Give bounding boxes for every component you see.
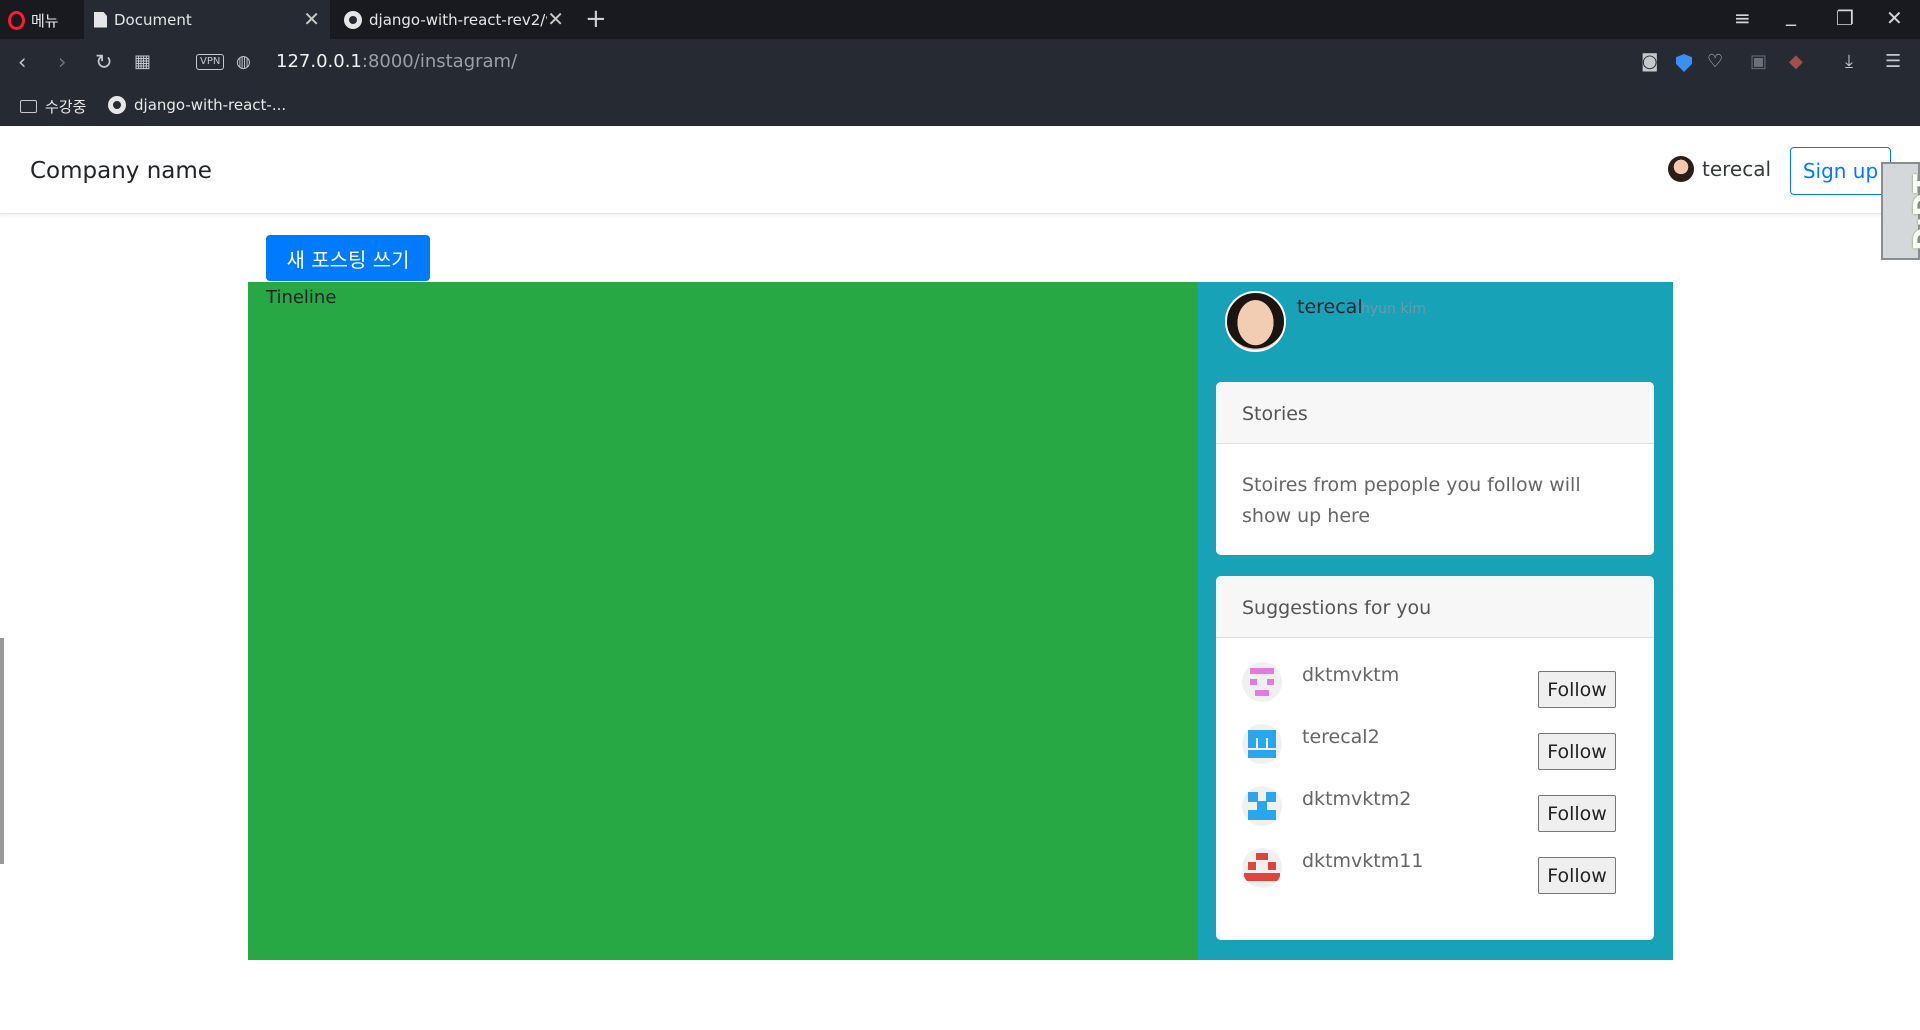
close-icon[interactable]: ✕ [547,9,564,29]
adblock-shield-icon[interactable] [1676,54,1692,72]
bookmark-label: django-with-react-... [134,96,287,114]
avatar [1668,156,1694,182]
sidebar: terecal hyun kim Stories Stoires from pe… [1198,282,1673,960]
extension-t-icon[interactable]: ▣ [1750,51,1767,72]
site-info-globe-icon[interactable]: ◍ [236,50,251,74]
follow-button[interactable]: Follow [1538,795,1616,832]
timeline-heading: Tineline [266,287,337,308]
extension-cube-icon[interactable]: ◆ [1789,51,1803,72]
signup-button[interactable]: Sign up [1790,147,1891,195]
profile-avatar[interactable] [1225,291,1286,352]
follow-button[interactable]: Follow [1538,733,1616,770]
url-host: 127.0.0.1 [276,51,362,72]
speed-dial-icon[interactable]: ▦ [134,50,151,74]
django-debug-toolbar-handle[interactable]: D:DT [1881,162,1920,260]
suggestions-card: Suggestions for you dktmvktm Follow tere… [1216,576,1654,940]
new-tab-plus-icon[interactable]: + [585,4,607,34]
timeline-section: Tineline [248,282,1198,960]
github-icon [344,10,362,29]
bookmark-heart-icon[interactable]: ♡ [1707,51,1723,72]
app-navbar: Company name terecal Sign up [0,126,1920,214]
identicon-avatar [1242,662,1282,702]
left-edge-shadow [0,638,4,864]
tab-title: Document [114,10,192,29]
stories-header: Stories [1216,382,1654,444]
follow-button[interactable]: Follow [1538,857,1616,894]
browser-tab-document[interactable]: Document ✕ [84,0,330,39]
minimize-icon[interactable]: _ [1786,2,1796,26]
current-user[interactable]: terecal [1668,156,1771,182]
close-icon[interactable]: ✕ [303,9,320,29]
list-item: terecal2 Follow [1242,724,1632,774]
easy-setup-icon[interactable]: ☰ [1885,51,1901,72]
restore-icon[interactable]: ❐ [1836,6,1854,30]
github-icon [108,96,126,114]
stories-body: Stoires from pepople you follow will sho… [1242,474,1581,527]
window-close-icon[interactable]: ✕ [1886,6,1903,30]
url-path: :8000/instagram/ [361,51,518,72]
back-icon[interactable]: ‹ [18,50,26,74]
bookmark-bar: 수강중 django-with-react-... [0,86,1920,126]
brand-title[interactable]: Company name [30,158,212,184]
follow-button[interactable]: Follow [1538,671,1616,708]
list-item: dktmvktm2 Follow [1242,786,1632,836]
identicon-avatar [1242,786,1282,826]
opera-menu-button[interactable]: 메뉴 [8,8,59,32]
tab-menu-icon[interactable]: ≡ [1734,6,1751,30]
ddt-label: D:DT [1906,174,1920,251]
opera-logo-icon [8,10,25,30]
bookmark-github[interactable]: django-with-react-... [108,96,286,114]
new-post-button[interactable]: 새 포스팅 쓰기 [266,235,430,281]
profile-realname: hyun kim [1361,301,1426,317]
browser-tab-github[interactable]: django-with-react-rev2/vie ✕ [334,0,574,39]
browser-address-bar: ‹ › ↻ ▦ VPN ◍ 127.0.0.1:8000/instagram/ … [0,39,1920,86]
snapshot-camera-icon[interactable]: ◙ [1641,51,1658,72]
tab-title: django-with-react-rev2/vie [369,10,547,29]
stories-card: Stories Stoires from pepople you follow … [1216,382,1654,555]
suggestions-header: Suggestions for you [1216,576,1654,638]
list-item: dktmvktm11 Follow [1242,848,1632,898]
current-username: terecal [1702,157,1772,181]
opera-menu-label: 메뉴 [31,11,59,30]
identicon-avatar [1242,724,1282,764]
folder-icon [20,100,37,113]
vpn-badge[interactable]: VPN [196,54,225,70]
profile-username[interactable]: terecal [1297,296,1363,318]
list-item: dktmvktm Follow [1242,662,1632,712]
suggestion-username[interactable]: dktmvktm [1302,664,1399,686]
forward-icon[interactable]: › [58,50,66,74]
address-input[interactable]: 127.0.0.1:8000/instagram/ [276,51,517,72]
identicon-avatar [1242,848,1282,888]
suggestion-username[interactable]: dktmvktm2 [1302,788,1411,810]
bookmark-label: 수강중 [45,98,87,116]
browser-tab-bar: 메뉴 Document ✕ django-with-react-rev2/vie… [0,0,1920,39]
suggestion-username[interactable]: terecal2 [1302,726,1380,748]
download-icon[interactable]: ⤓ [1845,51,1853,72]
bookmark-folder[interactable]: 수강중 [20,96,86,117]
suggestion-username[interactable]: dktmvktm11 [1302,850,1423,872]
document-icon [94,11,107,28]
reload-icon[interactable]: ↻ [95,50,113,74]
